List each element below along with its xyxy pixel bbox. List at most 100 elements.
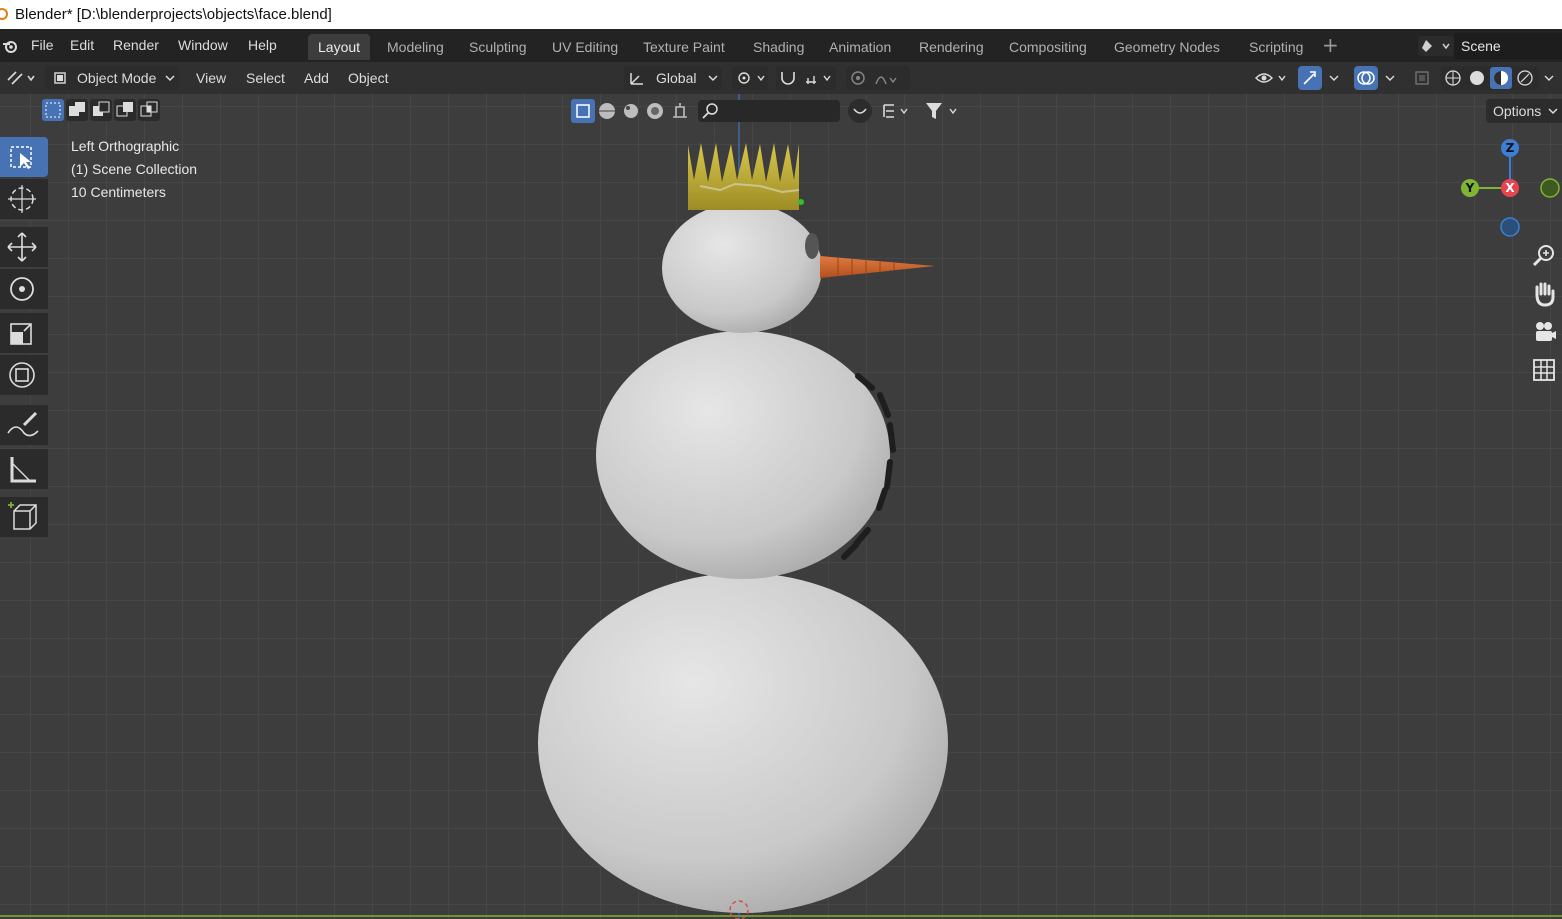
proportional-editing-icon [851, 71, 897, 85]
orientation-dropdown[interactable]: Global [624, 66, 722, 90]
outliner-filter-icons[interactable] [846, 99, 966, 123]
viewport-search-input[interactable] [698, 100, 840, 122]
gizmo-y-label: Y [1465, 181, 1475, 195]
orientation-label: Global [656, 70, 697, 86]
tab-shading[interactable]: Shading [743, 34, 814, 60]
object-mode-icon [54, 72, 66, 84]
options-label: Options [1493, 103, 1542, 119]
scale-icon[interactable] [0, 313, 48, 353]
visibility-dropdown[interactable] [1252, 66, 1292, 90]
eye-icon [1255, 73, 1286, 83]
cursor-icon[interactable] [0, 179, 48, 219]
add-workspace-icon[interactable]: + [1322, 33, 1339, 57]
gizmo-toggle[interactable] [1298, 66, 1322, 90]
editor-type-icon [7, 71, 35, 85]
menu-edit[interactable]: Edit [70, 29, 94, 62]
proportional-editing-group[interactable] [846, 66, 910, 90]
camera-view-icon[interactable] [1527, 315, 1561, 349]
scene-render [0, 94, 1562, 919]
menu-file[interactable]: File [31, 29, 54, 62]
tab-uv-editing[interactable]: UV Editing [542, 34, 628, 60]
tab-compositing[interactable]: Compositing [999, 34, 1097, 60]
snowman-bottom-ball[interactable] [538, 573, 948, 913]
chevron-down-icon [1385, 75, 1395, 81]
3d-viewport[interactable]: Options Left Orthographic (1) Scene Coll… [0, 94, 1562, 919]
header-menu-object[interactable]: Object [348, 65, 388, 91]
tab-rendering[interactable]: Rendering [909, 34, 994, 60]
viewport-header: Object Mode View Select Add Object Globa… [0, 62, 1562, 94]
select-extend-icon[interactable] [66, 99, 88, 121]
select-subtract-icon[interactable] [90, 99, 112, 121]
window-titlebar: Blender* [D:\blenderprojects\objects\fac… [0, 0, 1562, 29]
chevron-down-icon [1548, 108, 1558, 115]
scene-icon[interactable] [1418, 36, 1454, 56]
gizmo-z-label: Z [1505, 141, 1515, 155]
menu-render[interactable]: Render [113, 29, 159, 62]
grid-scale-label: 10 Centimeters [71, 184, 166, 200]
overlay-toggle[interactable] [1354, 66, 1378, 90]
object-type-filter-icons[interactable] [570, 99, 694, 123]
header-menu-select[interactable]: Select [246, 65, 285, 91]
overlays-icon [1357, 71, 1375, 85]
xray-toggle[interactable] [1410, 66, 1434, 90]
select-new-icon[interactable] [42, 99, 64, 121]
view-name: Left Orthographic [71, 138, 180, 154]
blender-menu-icon[interactable] [2, 38, 18, 54]
snap-group[interactable] [776, 66, 836, 90]
snowman-head[interactable] [662, 203, 822, 333]
tab-animation[interactable]: Animation [819, 34, 901, 60]
select-intersect-icon[interactable] [138, 99, 160, 121]
chevron-down-icon [708, 75, 718, 82]
tab-layout[interactable]: Layout [308, 34, 371, 60]
collection-label: (1) Scene Collection [71, 161, 198, 177]
pivot-point-icon [738, 72, 765, 84]
scene-selector[interactable]: Scene [1412, 33, 1562, 59]
object-origin-dot [798, 199, 804, 205]
grid-toggle-icon[interactable] [1527, 353, 1561, 387]
header-menu-add[interactable]: Add [304, 65, 329, 91]
tab-modeling[interactable]: Modeling [377, 34, 454, 60]
snowman-middle-ball[interactable] [596, 331, 890, 579]
snap-magnet-icon [781, 72, 831, 85]
mode-dropdown[interactable]: Object Mode [45, 66, 179, 90]
header-menu-view[interactable]: View [196, 65, 226, 91]
tab-geometry-nodes[interactable]: Geometry Nodes [1104, 34, 1230, 60]
transform-icon[interactable] [0, 355, 48, 395]
mode-label: Object Mode [77, 70, 157, 86]
snowman-carrot-nose[interactable] [820, 256, 935, 278]
gizmo-x-label: X [1505, 181, 1515, 195]
shading-dropdown[interactable] [1540, 66, 1560, 90]
topbar: File Edit Render Window Help Layout Mode… [0, 29, 1562, 62]
shading-modes-icon [1445, 67, 1533, 89]
measure-icon[interactable] [0, 449, 48, 489]
zoom-icon[interactable] [1527, 239, 1561, 273]
tab-texture-paint[interactable]: Texture Paint [633, 34, 735, 60]
editor-type-dropdown[interactable] [4, 66, 38, 90]
orientation-icon [630, 73, 643, 85]
blender-logo-icon [0, 8, 8, 20]
shading-mode-group[interactable] [1441, 66, 1539, 90]
search-icon [702, 103, 718, 119]
chevron-down-icon [1329, 75, 1339, 81]
window-title: Blender* [D:\blenderprojects\objects\fac… [15, 6, 332, 23]
select-invert-icon[interactable] [114, 99, 136, 121]
add-cube-icon[interactable] [0, 497, 48, 537]
chevron-down-icon [165, 75, 175, 82]
xray-icon [1415, 71, 1429, 85]
options-dropdown[interactable]: Options [1486, 99, 1562, 123]
crown[interactable] [688, 143, 799, 210]
pan-hand-icon[interactable] [1527, 277, 1561, 311]
tab-sculpting[interactable]: Sculpting [459, 34, 537, 60]
move-icon[interactable] [0, 227, 48, 267]
menu-window[interactable]: Window [178, 29, 228, 62]
gizmo-dropdown[interactable] [1324, 66, 1346, 90]
scene-name[interactable]: Scene [1454, 33, 1562, 59]
annotate-icon[interactable] [0, 405, 48, 445]
select-box-icon[interactable] [0, 137, 48, 177]
overlay-dropdown[interactable] [1380, 66, 1402, 90]
pivot-dropdown[interactable] [732, 66, 768, 90]
menu-help[interactable]: Help [248, 29, 277, 62]
tab-scripting[interactable]: Scripting [1239, 34, 1313, 60]
rotate-icon[interactable] [0, 269, 48, 309]
chevron-down-icon [1544, 75, 1554, 81]
